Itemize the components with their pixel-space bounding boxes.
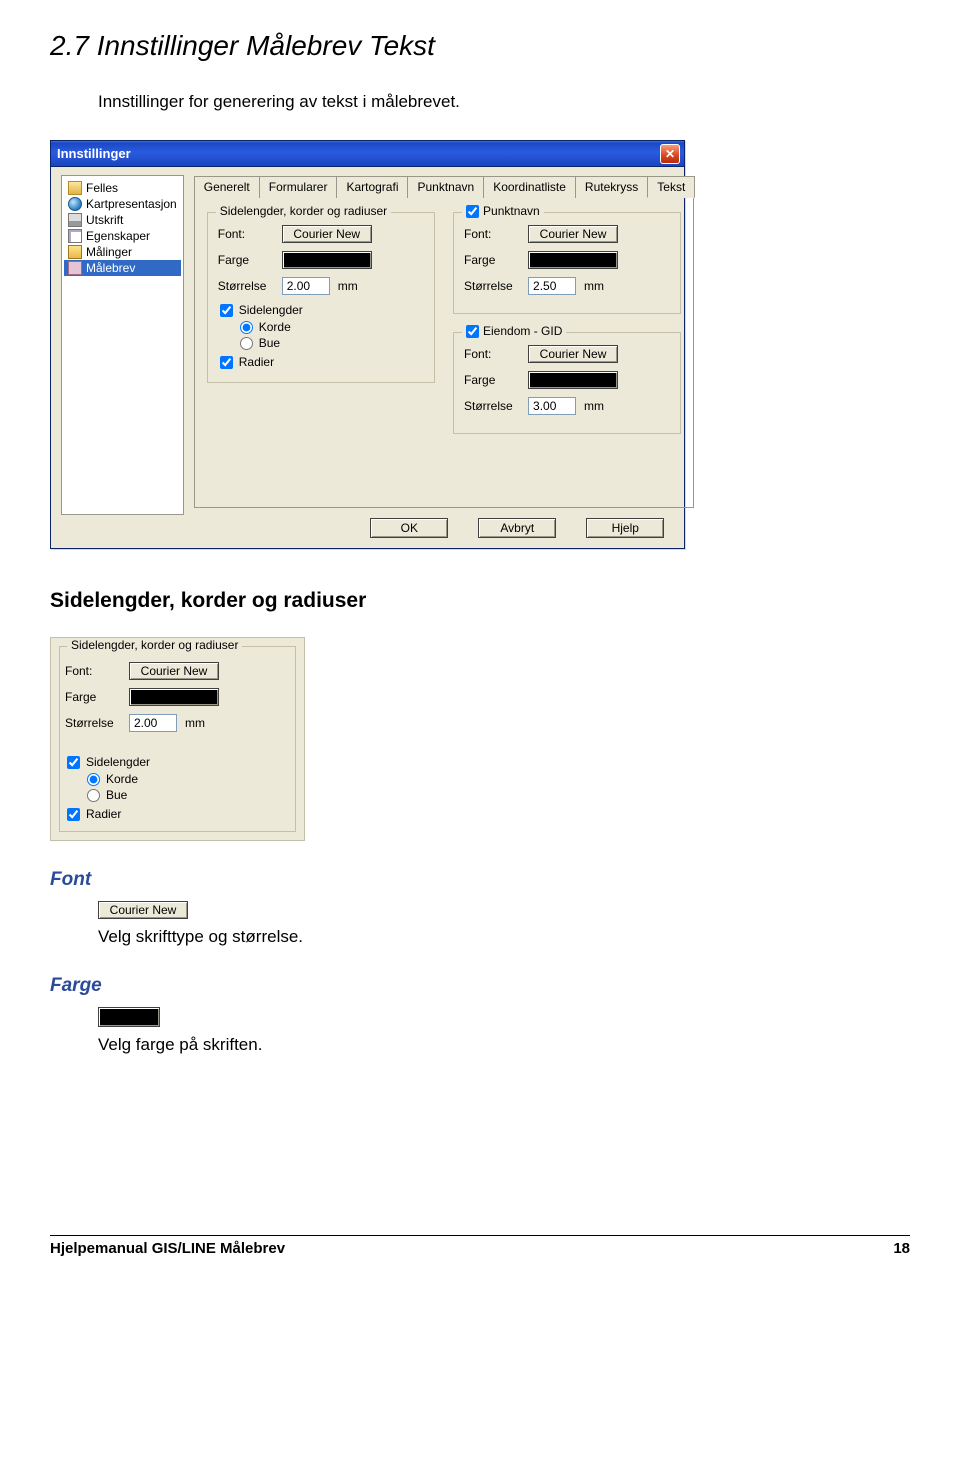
color-label: Farge [65, 690, 121, 704]
settings-dialog: Innstillinger ✕ Felles Kartpresentasjon … [50, 140, 685, 549]
chk-radier[interactable] [67, 808, 80, 821]
tree-item-malinger[interactable]: Målinger [64, 244, 181, 260]
color-button[interactable] [528, 251, 618, 269]
size-label: Størrelse [464, 399, 520, 413]
size-label: Størrelse [65, 716, 121, 730]
size-unit: mm [584, 279, 604, 293]
footer-page: 18 [893, 1240, 910, 1257]
color-button[interactable] [282, 251, 372, 269]
size-input[interactable] [129, 714, 177, 732]
farge-description: Velg farge på skriften. [98, 1035, 910, 1055]
font-button-example[interactable]: Courier New [98, 901, 188, 919]
footer-title: Hjelpemanual GIS/LINE Målebrev [50, 1240, 285, 1257]
tab-koordinatliste[interactable]: Koordinatliste [483, 176, 576, 198]
tab-punktnavn[interactable]: Punktnavn [407, 176, 484, 198]
radio-bue[interactable] [240, 337, 253, 350]
heading-farge: Farge [50, 975, 910, 997]
font-button[interactable]: Courier New [528, 345, 618, 363]
font-button[interactable]: Courier New [528, 225, 618, 243]
group-sidelengder: Sidelengder, korder og radiuser Font: Co… [207, 212, 435, 383]
color-label: Farge [464, 253, 520, 267]
font-label: Font: [65, 664, 121, 678]
size-input[interactable] [528, 277, 576, 295]
size-unit: mm [584, 399, 604, 413]
chk-punktnavn-enable[interactable] [466, 205, 479, 218]
radio-korde[interactable] [87, 773, 100, 786]
tab-rutekryss[interactable]: Rutekryss [575, 176, 648, 198]
font-label: Font: [464, 227, 520, 241]
font-button[interactable]: Courier New [129, 662, 219, 680]
tab-generelt[interactable]: Generelt [194, 176, 260, 198]
chk-sidelengder[interactable] [220, 304, 233, 317]
tab-tekst[interactable]: Tekst [647, 176, 695, 198]
chk-eiendom-enable[interactable] [466, 325, 479, 338]
size-input[interactable] [282, 277, 330, 295]
chk-sidelengder[interactable] [67, 756, 80, 769]
properties-icon [68, 229, 82, 243]
printer-icon [68, 213, 82, 227]
tree-item-felles[interactable]: Felles [64, 180, 181, 196]
heading-font: Font [50, 869, 910, 891]
dialog-titlebar: Innstillinger ✕ [51, 141, 684, 167]
size-input[interactable] [528, 397, 576, 415]
groupbox-crop: Sidelengder, korder og radiuser Font: Co… [50, 637, 305, 841]
group-title: Sidelengder, korder og radiuser [67, 638, 242, 652]
size-label: Størrelse [464, 279, 520, 293]
font-button[interactable]: Courier New [282, 225, 372, 243]
heading-sidelengder: Sidelengder, korder og radiuser [50, 589, 910, 613]
cancel-button[interactable]: Avbryt [478, 518, 556, 538]
tree-item-utskrift[interactable]: Utskrift [64, 212, 181, 228]
group-title: Punktnavn [462, 204, 544, 218]
help-button[interactable]: Hjelp [586, 518, 664, 538]
heading-section: 2.7 Innstillinger Målebrev Tekst [50, 30, 910, 62]
font-label: Font: [464, 347, 520, 361]
tabs-row: Generelt Formularer Kartografi Punktnavn… [194, 175, 695, 198]
ruler-icon [68, 245, 82, 259]
size-label: Størrelse [218, 279, 274, 293]
globe-icon [68, 197, 82, 211]
radio-korde[interactable] [240, 321, 253, 334]
group-punktnavn: Punktnavn Font: Courier New Farge [453, 212, 681, 314]
font-description: Velg skrifttype og størrelse. [98, 927, 910, 947]
radio-bue[interactable] [87, 789, 100, 802]
color-label: Farge [218, 253, 274, 267]
close-icon[interactable]: ✕ [660, 144, 680, 164]
group-title: Sidelengder, korder og radiuser [216, 204, 391, 218]
dialog-title: Innstillinger [57, 146, 131, 161]
color-swatch-example[interactable] [98, 1007, 160, 1027]
tree-item-kartpresentasjon[interactable]: Kartpresentasjon [64, 196, 181, 212]
tab-kartografi[interactable]: Kartografi [336, 176, 408, 198]
tab-formularer[interactable]: Formularer [259, 176, 338, 198]
color-button[interactable] [528, 371, 618, 389]
color-button[interactable] [129, 688, 219, 706]
size-unit: mm [338, 279, 358, 293]
tree-item-egenskaper[interactable]: Egenskaper [64, 228, 181, 244]
group-title: Eiendom - GID [462, 324, 566, 338]
group-eiendom: Eiendom - GID Font: Courier New Farge [453, 332, 681, 434]
folder-icon [68, 181, 82, 195]
intro-text: Innstillinger for generering av tekst i … [98, 92, 910, 112]
size-unit: mm [185, 716, 205, 730]
color-label: Farge [464, 373, 520, 387]
ok-button[interactable]: OK [370, 518, 448, 538]
tree-item-malebrev[interactable]: Målebrev [64, 260, 181, 276]
font-label: Font: [218, 227, 274, 241]
letter-icon [68, 261, 82, 275]
chk-radier[interactable] [220, 356, 233, 369]
settings-tree[interactable]: Felles Kartpresentasjon Utskrift Egenska… [61, 175, 184, 515]
